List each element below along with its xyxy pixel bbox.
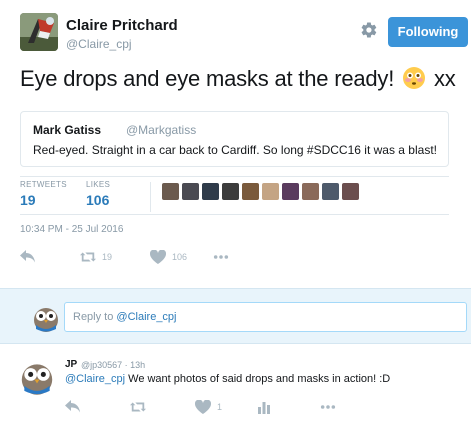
heart-icon [195, 400, 211, 414]
retweets-label: RETWEETS [20, 180, 67, 189]
more-icon [320, 405, 336, 409]
quote-author-handle: @Markgatiss [126, 123, 197, 137]
reply-input[interactable]: Reply to @Claire_cpj [64, 302, 467, 332]
retweet-icon [80, 252, 96, 262]
tweet-text-main: Eye drops and eye masks at the ready! [20, 66, 401, 91]
more-action[interactable] [213, 250, 229, 264]
liker-avatar[interactable] [322, 183, 339, 200]
likes-value: 106 [86, 192, 110, 208]
liker-avatar[interactable] [202, 183, 219, 200]
retweet-icon [130, 402, 146, 412]
reply-mention: @Claire_cpj [116, 311, 177, 323]
reply-text: @Claire_cpj We want photos of said drops… [65, 373, 390, 385]
main-tweet: Claire Pritchard @Claire_cpj Following E… [0, 0, 471, 288]
liker-avatar[interactable] [342, 183, 359, 200]
reply-text-body: We want photos of said drops and masks i… [125, 373, 391, 385]
quoted-tweet[interactable]: Mark Gatiss @Markgatiss Red-eyed. Straig… [20, 111, 449, 167]
liker-avatar[interactable] [262, 183, 279, 200]
heart-icon [150, 250, 166, 264]
following-button[interactable]: Following [388, 17, 468, 47]
gear-icon[interactable] [360, 21, 378, 39]
likers-avatars [162, 183, 359, 200]
liker-avatar[interactable] [182, 183, 199, 200]
quote-text: Red-eyed. Straight in a car back to Card… [33, 143, 437, 157]
more-action[interactable] [320, 400, 336, 414]
bar-chart-icon [258, 402, 270, 414]
flushed-face-icon [402, 66, 426, 90]
analytics-action[interactable] [256, 400, 272, 414]
quote-author-name: Mark Gatiss [33, 123, 102, 137]
retweet-action[interactable] [130, 400, 146, 414]
reply-text-mention[interactable]: @Claire_cpj [65, 373, 125, 385]
likes-label: LIKES [86, 180, 111, 189]
liker-avatar[interactable] [302, 183, 319, 200]
retweets-stat[interactable]: RETWEETS 19 [20, 180, 67, 208]
tweet-timestamp[interactable]: 10:34 PM - 25 Jul 2016 [20, 224, 123, 235]
like-action[interactable]: 1 [195, 400, 222, 414]
liker-avatar[interactable] [162, 183, 179, 200]
divider [150, 182, 151, 212]
retweets-value: 19 [20, 192, 36, 208]
likes-stat[interactable]: LIKES 106 [86, 180, 110, 208]
liker-avatar[interactable] [242, 183, 259, 200]
author-avatar[interactable] [20, 13, 58, 51]
reply-author-name[interactable]: JP [65, 359, 77, 370]
author-handle[interactable]: @Claire_cpj [66, 37, 132, 51]
retweet-action[interactable]: 19 [80, 250, 112, 264]
like-action[interactable]: 106 [150, 250, 187, 264]
reply-action[interactable] [20, 250, 36, 264]
liker-avatar[interactable] [222, 183, 239, 200]
owl-avatar-icon[interactable] [31, 303, 61, 333]
tweet-text: Eye drops and eye masks at the ready! xx [20, 66, 456, 92]
reply-like-count: 1 [217, 402, 223, 412]
reply-prefix: Reply to [73, 311, 117, 323]
retweet-count: 19 [102, 252, 113, 262]
divider [20, 176, 449, 177]
reply-author-meta[interactable]: @jp30567 · 13h [81, 360, 145, 370]
liker-avatar[interactable] [282, 183, 299, 200]
tweet-text-suffix: xx [428, 66, 456, 91]
owl-avatar-icon[interactable] [18, 358, 56, 396]
reply-action[interactable] [65, 400, 81, 414]
more-icon [213, 255, 229, 259]
like-count: 106 [172, 252, 188, 262]
reply-icon [20, 250, 35, 263]
reply-tweet[interactable]: JP @jp30567 · 13h @Claire_cpj We want ph… [0, 344, 471, 421]
divider [20, 214, 449, 215]
reply-icon [65, 400, 80, 413]
reply-box: Reply to @Claire_cpj [0, 288, 471, 344]
author-name[interactable]: Claire Pritchard [66, 17, 178, 34]
